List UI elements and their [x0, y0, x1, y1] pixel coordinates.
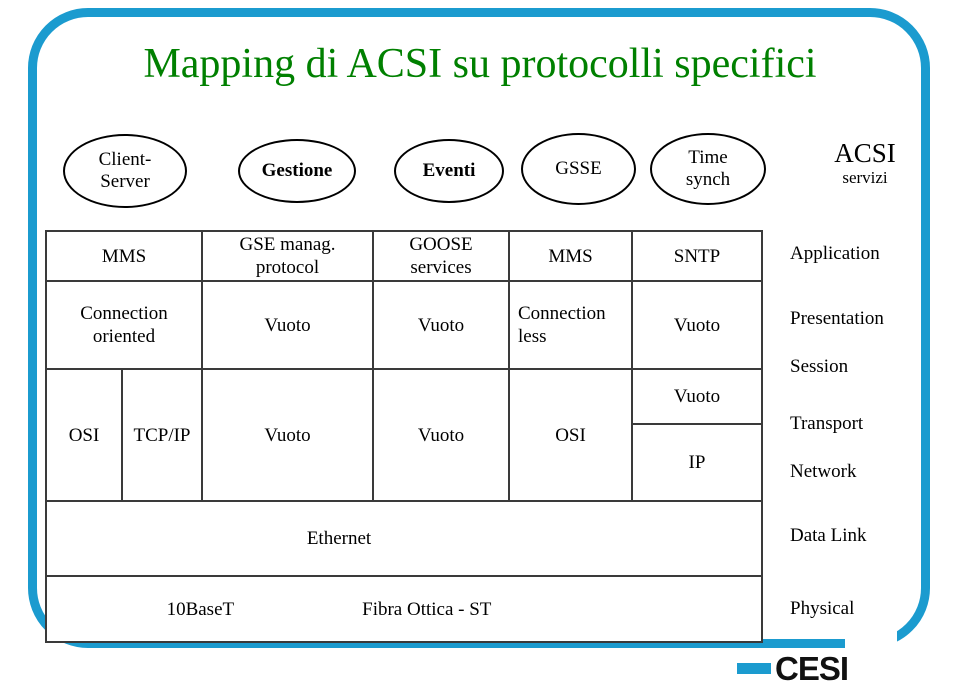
service-bubble-gsse: GSSE: [521, 133, 636, 205]
cesi-logo-wordmark: CESI: [775, 650, 849, 687]
cell-text: Vuoto: [673, 386, 721, 407]
table-cell-transport-osi: OSI: [45, 370, 123, 502]
cell-text-10baset: 10BaseT: [166, 598, 235, 620]
cell-text: Connection less: [518, 303, 606, 347]
cell-text: GSE manag. protocol: [239, 234, 336, 278]
cell-text: GOOSE services: [409, 234, 473, 278]
table-cell-physical-media: 10BaseT Fibra Ottica - ST: [45, 577, 763, 643]
table-cell-pres-vuoto-1: Vuoto: [203, 282, 374, 370]
table-cell-pres-connectionless: Connection less: [510, 282, 633, 370]
table-cell-transport-vuoto-2: Vuoto: [374, 370, 510, 502]
service-bubble-eventi: Eventi: [394, 139, 504, 203]
service-bubble-client-server: Client- Server: [63, 134, 187, 208]
table-cell-app-goose-services: GOOSE services: [374, 230, 510, 282]
cell-text: SNTP: [673, 245, 721, 267]
cell-text: Vuoto: [417, 314, 465, 336]
layer-label-datalink: Data Link: [790, 525, 867, 546]
cell-text: MMS: [101, 245, 147, 267]
cell-text: Vuoto: [673, 314, 721, 336]
cell-text: Vuoto: [264, 424, 311, 446]
table-cell-transport-osi-2: OSI: [510, 370, 633, 502]
cell-text: Ethernet: [306, 528, 372, 549]
table-cell-pres-vuoto-2: Vuoto: [374, 282, 510, 370]
cell-text: IP: [688, 452, 706, 473]
cell-text: MMS: [548, 245, 593, 267]
protocol-stack-table: MMS GSE manag. protocol GOOSE services MMS…: [45, 230, 763, 643]
cell-text: OSI: [555, 424, 586, 446]
layer-label-presentation: Presentation: [790, 308, 884, 329]
layer-label-physical: Physical: [790, 598, 855, 619]
table-cell-pres-vuoto-3: Vuoto: [633, 282, 763, 370]
table-cell-datalink-ethernet: Ethernet: [45, 502, 763, 577]
acsi-title: ACSI: [834, 138, 896, 168]
layer-label-network: Network: [790, 461, 857, 482]
table-cell-transport-vuoto-3: Vuoto: [633, 370, 763, 425]
acsi-subtitle: servizi: [842, 168, 888, 187]
table-cell-app-gse-manag: GSE manag. protocol: [203, 230, 374, 282]
cell-text: OSI: [68, 424, 100, 446]
table-cell-app-sntp: SNTP: [633, 230, 763, 282]
frame-bottom-notch: [845, 630, 897, 656]
service-bubble-label: Gestione: [261, 160, 333, 181]
service-bubble-label: Client- Server: [98, 149, 152, 192]
cell-text: Connection oriented: [80, 303, 168, 347]
acsi-services-header: ACSI servizi: [790, 138, 940, 188]
service-bubble-time-synch: Time synch: [650, 133, 766, 205]
cell-text: Vuoto: [264, 314, 311, 336]
cell-text: TCP/IP: [133, 424, 191, 446]
slide-canvas: Mapping di ACSI su protocolli specifici …: [0, 0, 960, 693]
layer-label-transport: Transport: [790, 413, 864, 434]
service-bubble-gestione: Gestione: [238, 139, 356, 203]
table-cell-transport-tcpip: TCP/IP: [123, 370, 203, 502]
layer-label-session: Session: [790, 356, 849, 377]
table-cell-app-mms: MMS: [45, 230, 203, 282]
cell-text: Vuoto: [417, 424, 465, 446]
table-cell-pres-connection-oriented: Connection oriented: [45, 282, 203, 370]
cesi-logo: CESI: [737, 650, 849, 687]
table-cell-app-mms-2: MMS: [510, 230, 633, 282]
table-cell-network-ip: IP: [633, 425, 763, 502]
cesi-logo-dash: [737, 663, 771, 674]
cell-text-fibra-ottica: Fibra Ottica - ST: [362, 598, 492, 620]
service-bubble-label: GSSE: [555, 158, 602, 179]
service-bubble-label: Time synch: [685, 147, 731, 190]
service-bubble-label: Eventi: [422, 160, 476, 181]
page-title: Mapping di ACSI su protocolli specifici: [143, 41, 817, 87]
table-cell-transport-vuoto-1: Vuoto: [203, 370, 374, 502]
layer-label-application: Application: [790, 243, 880, 264]
